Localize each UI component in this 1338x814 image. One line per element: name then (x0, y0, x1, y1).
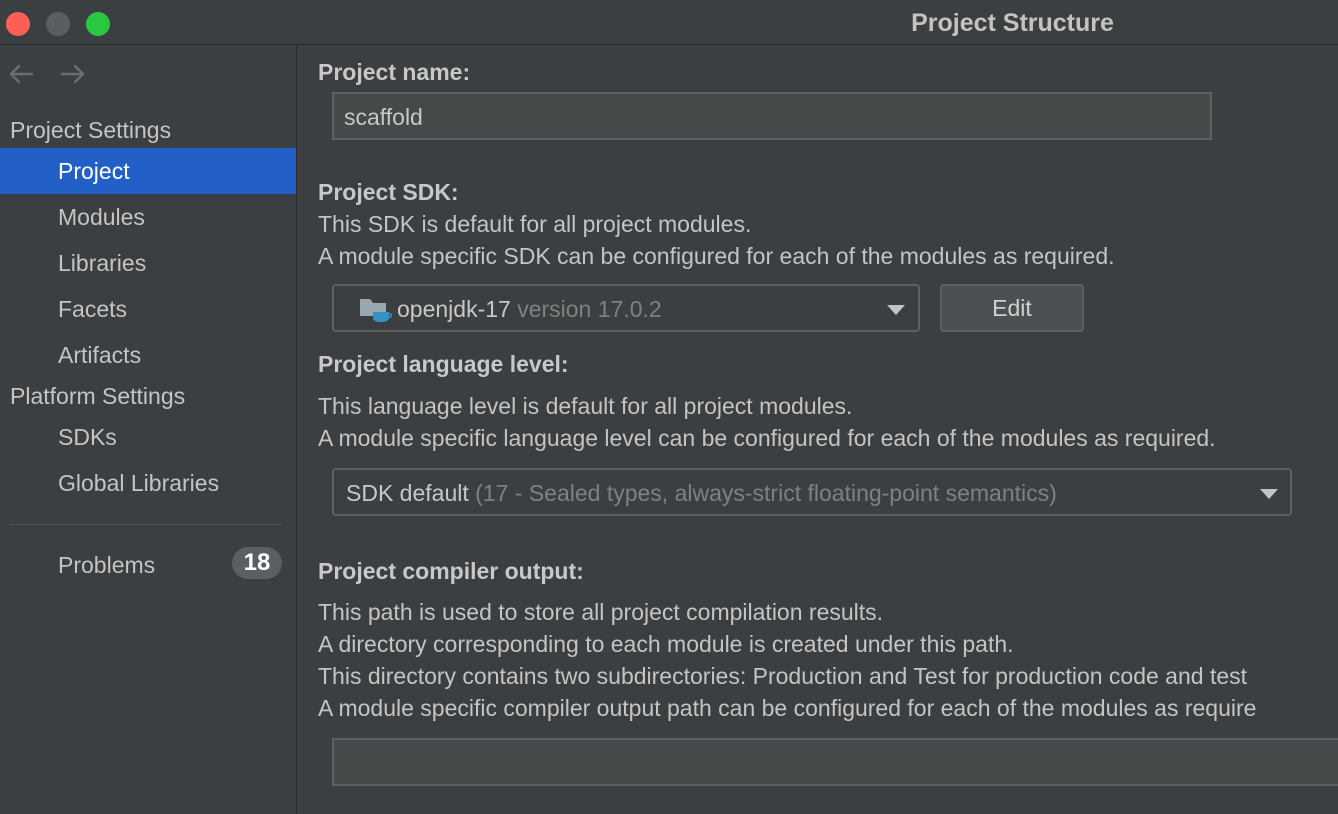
minimize-window-button[interactable] (46, 12, 70, 36)
window-title: Project Structure (911, 9, 1114, 37)
sidebar-item-label: Problems (58, 552, 156, 578)
compiler-output-description-2: A directory corresponding to each module… (318, 631, 1014, 657)
chevron-down-icon (1260, 489, 1278, 499)
sidebar-item-project[interactable]: Project (0, 148, 296, 194)
sidebar-item-modules[interactable]: Modules (0, 194, 296, 240)
sidebar-item-label: Facets (58, 296, 128, 322)
sidebar-divider (10, 524, 282, 525)
close-window-button[interactable] (6, 12, 30, 36)
compiler-output-description-3: This directory contains two subdirectori… (318, 663, 1248, 689)
language-level-description-2: A module specific language level can be … (318, 425, 1216, 451)
project-sdk-description-2: A module specific SDK can be configured … (318, 243, 1115, 269)
project-name-heading: Project name: (318, 59, 471, 85)
sidebar-item-artifacts[interactable]: Artifacts (0, 332, 296, 378)
platform-settings-header: Platform Settings (10, 383, 186, 409)
sidebar-item-label: Artifacts (58, 342, 142, 368)
compiler-output-heading: Project compiler output: (318, 558, 584, 584)
problems-count-badge: 18 (232, 547, 282, 579)
sidebar-item-label: Modules (58, 204, 145, 230)
sidebar-item-sdks[interactable]: SDKs (0, 414, 296, 460)
project-settings-header: Project Settings (10, 117, 172, 143)
language-level-dropdown[interactable]: SDK default (17 - Sealed types, always-s… (332, 468, 1292, 516)
chevron-down-icon (887, 305, 905, 315)
sidebar-item-libraries[interactable]: Libraries (0, 240, 296, 286)
project-settings-panel: Project name: scaffold Project SDK: This… (297, 45, 1338, 814)
sidebar-item-facets[interactable]: Facets (0, 286, 296, 332)
title-bar: Project Structure (0, 0, 1338, 45)
forward-arrow-icon[interactable] (58, 59, 88, 89)
sidebar-item-label: Project (58, 158, 130, 184)
sidebar-item-global-libraries[interactable]: Global Libraries (0, 460, 296, 506)
edit-sdk-button[interactable]: Edit (940, 284, 1084, 332)
sdk-selection-text: openjdk-17 version 17.0.2 (397, 296, 662, 323)
language-level-heading: Project language level: (318, 351, 569, 377)
project-structure-window: Project Structure Project Settings Proje… (0, 0, 1338, 814)
sidebar-item-label: Libraries (58, 250, 147, 276)
project-sdk-heading: Project SDK: (318, 179, 459, 205)
back-arrow-icon[interactable] (6, 59, 36, 89)
language-level-name: SDK default (346, 480, 469, 506)
sdk-version: version 17.0.2 (517, 296, 662, 322)
zoom-window-button[interactable] (86, 12, 110, 36)
jdk-folder-icon (360, 299, 392, 322)
project-name-field[interactable]: scaffold (332, 92, 1212, 140)
compiler-output-description-1: This path is used to store all project c… (318, 599, 884, 625)
language-level-detail: (17 - Sealed types, always-strict floati… (475, 480, 1057, 506)
project-sdk-dropdown[interactable]: openjdk-17 version 17.0.2 (332, 284, 920, 332)
project-sdk-description-1: This SDK is default for all project modu… (318, 211, 752, 237)
project-name-value: scaffold (344, 104, 423, 130)
sdk-name: openjdk-17 (397, 296, 511, 322)
sidebar-item-problems[interactable]: Problems 18 (0, 542, 296, 588)
language-level-description-1: This language level is default for all p… (318, 393, 853, 419)
compiler-output-path-field[interactable] (332, 738, 1338, 786)
language-level-selection-text: SDK default (17 - Sealed types, always-s… (346, 480, 1057, 507)
sidebar-item-label: SDKs (58, 424, 117, 450)
sidebar: Project Settings Project Modules Librari… (0, 45, 297, 814)
compiler-output-description-4: A module specific compiler output path c… (318, 695, 1257, 721)
sidebar-item-label: Global Libraries (58, 470, 220, 496)
